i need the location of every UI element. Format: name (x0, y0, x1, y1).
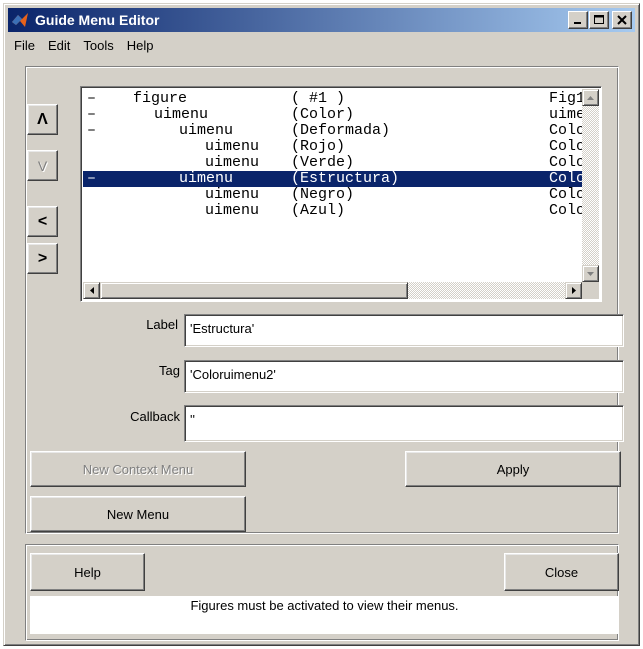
menu-tree-rows: – figure( #1 ) Fig1– uimenu (Color) uime – uime… (83, 91, 599, 219)
move-up-button[interactable]: Λ (27, 104, 58, 135)
scroll-up-button[interactable] (582, 89, 599, 106)
arrow-left-icon (89, 287, 94, 294)
scrollbar-corner (582, 282, 599, 299)
callback-field[interactable]: '' (184, 405, 624, 442)
tree-row-extra: Colo (549, 138, 586, 155)
tree-row-expander[interactable]: – (87, 171, 96, 187)
menu-bar: File Edit Tools Help (8, 34, 635, 56)
minimize-icon (574, 22, 581, 24)
apply-button[interactable]: Apply (405, 451, 621, 487)
tree-row-extra: uime (549, 106, 586, 123)
scroll-left-button[interactable] (83, 282, 100, 299)
tree-row-type: uimenu (205, 186, 260, 203)
status-text: Figures must be activated to view their … (190, 598, 459, 613)
promote-label: > (37, 249, 48, 267)
callback-field-value: '' (190, 412, 195, 427)
move-down-label: V (37, 157, 48, 174)
tree-row-name: (Estructura) (291, 170, 400, 187)
tree-row-name: (Azul) (291, 202, 346, 219)
maximize-icon (594, 15, 604, 24)
tree-row-name: ( #1 ) (291, 90, 346, 107)
tree-row-type: uimenu (179, 170, 234, 187)
window-title: Guide Menu Editor (35, 12, 160, 28)
promote-button[interactable]: > (27, 243, 58, 274)
guide-menu-editor-window: Guide Menu Editor File Edit Tools Help Λ… (3, 3, 640, 646)
scroll-down-button[interactable] (582, 265, 599, 282)
new-context-menu-button[interactable]: New Context Menu (30, 451, 246, 487)
tree-row[interactable]: uimenu (Negro) Colo (83, 187, 599, 203)
demote-button[interactable]: < (27, 206, 58, 237)
tree-row-type: uimenu (179, 122, 234, 139)
tree-row[interactable]: – uimenu (Color) uime (83, 107, 599, 123)
new-menu-button[interactable]: New Menu (30, 496, 246, 532)
callback-field-label: Callback (130, 409, 180, 424)
label-field-value: 'Estructura' (190, 321, 255, 336)
tree-row-expander[interactable]: – (87, 123, 96, 139)
maximize-button[interactable] (589, 11, 609, 29)
menu-file[interactable]: File (8, 38, 42, 53)
tree-row-type: uimenu (205, 138, 260, 155)
vertical-scrollbar[interactable] (582, 89, 599, 282)
tree-row-name: (Negro) (291, 186, 355, 203)
tree-row-type: figure (133, 90, 188, 107)
minimize-button[interactable] (568, 11, 588, 29)
help-button[interactable]: Help (30, 553, 145, 591)
tree-row-expander[interactable]: – (87, 107, 96, 123)
label-field[interactable]: 'Estructura' (184, 314, 624, 347)
tree-row[interactable]: uimenu (Verde) Colo (83, 155, 599, 171)
tree-row-name: (Color) (291, 106, 355, 123)
tree-row-extra: Colo (549, 154, 586, 171)
tree-row[interactable]: – uimenu (Deformada) Colo (83, 123, 599, 139)
close-icon (617, 15, 627, 25)
tag-field[interactable]: 'Coloruimenu2' (184, 360, 624, 393)
move-up-label: Λ (37, 110, 48, 128)
menu-tools[interactable]: Tools (77, 38, 120, 53)
scroll-right-button[interactable] (565, 282, 582, 299)
tag-field-value: 'Coloruimenu2' (190, 367, 276, 382)
horizontal-scroll-thumb[interactable] (100, 282, 408, 299)
tree-row-extra: Colo (549, 186, 586, 203)
arrow-up-icon (587, 95, 594, 100)
tree-row[interactable]: – uimenu (Estructura) Colo (83, 171, 599, 187)
label-field-label: Label (146, 317, 178, 332)
tree-row-extra: Colo (549, 122, 586, 139)
tree-row-type: uimenu (205, 154, 260, 171)
title-bar[interactable]: Guide Menu Editor (8, 8, 635, 32)
tree-row-name: (Deformada) (291, 122, 391, 139)
move-down-button[interactable]: V (27, 150, 58, 181)
menu-help[interactable]: Help (121, 38, 161, 53)
arrow-right-icon (571, 287, 576, 294)
menu-edit[interactable]: Edit (42, 38, 77, 53)
horizontal-scrollbar[interactable] (83, 282, 582, 299)
tree-row-type: uimenu (154, 106, 209, 123)
close-button[interactable] (612, 11, 632, 29)
matlab-logo-icon (12, 13, 28, 27)
close-dialog-button[interactable]: Close (504, 553, 619, 591)
tree-row-expander[interactable]: – (87, 91, 96, 107)
tree-row-extra: Colo (549, 202, 586, 219)
tree-row-name: (Rojo) (291, 138, 346, 155)
tree-row-name: (Verde) (291, 154, 355, 171)
tree-row[interactable]: uimenu (Rojo) Colo (83, 139, 599, 155)
tree-row-extra: Fig1 (549, 90, 586, 107)
tree-row[interactable]: uimenu (Azul) Colo (83, 203, 599, 219)
tag-field-label: Tag (159, 363, 180, 378)
menu-tree-list[interactable]: – figure( #1 ) Fig1– uimenu (Color) uime – uime… (80, 86, 602, 302)
demote-label: < (37, 212, 48, 230)
status-message: Figures must be activated to view their … (30, 596, 619, 634)
tree-row-type: uimenu (205, 202, 260, 219)
arrow-down-icon (587, 271, 594, 276)
tree-row[interactable]: – figure ( #1 ) Fig1 (83, 91, 599, 107)
tree-row-extra: Colo (549, 170, 586, 187)
